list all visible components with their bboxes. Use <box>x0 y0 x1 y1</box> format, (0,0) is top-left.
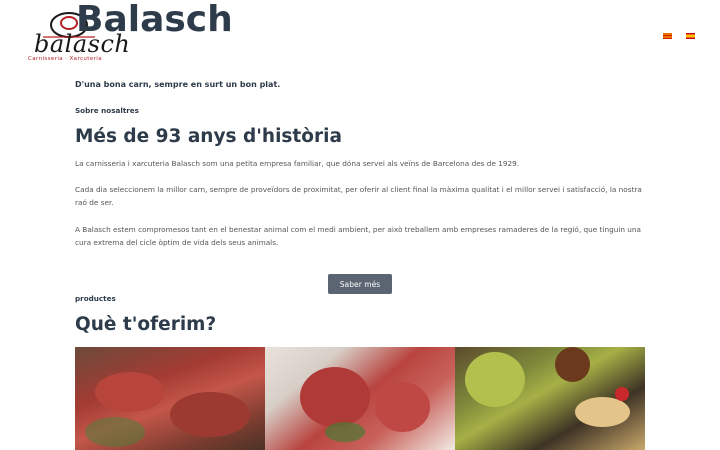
about-heading: Més de 93 anys d'història <box>75 126 342 147</box>
site-title: Balasch <box>76 0 233 40</box>
product-image-cured-meats[interactable] <box>265 347 455 450</box>
about-paragraph-2: Cada dia seleccionem la millor carn, sem… <box>75 185 642 207</box>
catalan-flag-icon[interactable] <box>663 33 672 39</box>
about-paragraph-3: A Balasch estem compromesos tant en el b… <box>75 225 642 247</box>
tagline: D'una bona carn, sempre en surt un bon p… <box>75 80 281 89</box>
products-heading: Què t'oferim? <box>75 314 217 335</box>
spanish-flag-icon[interactable] <box>686 33 695 39</box>
products-gallery <box>75 347 645 450</box>
about-kicker: Sobre nosaltres <box>75 106 139 115</box>
products-kicker: productes <box>75 294 116 303</box>
language-switcher <box>663 33 695 39</box>
logo-tagline: Carnisseria · Xarcuteria <box>28 56 102 62</box>
learn-more-button[interactable]: Saber més <box>328 274 392 294</box>
product-image-meat[interactable] <box>75 347 265 450</box>
about-paragraph-1: La carnisseria i xarcuteria Balasch som … <box>75 159 520 168</box>
product-image-cheese-board[interactable] <box>455 347 645 450</box>
